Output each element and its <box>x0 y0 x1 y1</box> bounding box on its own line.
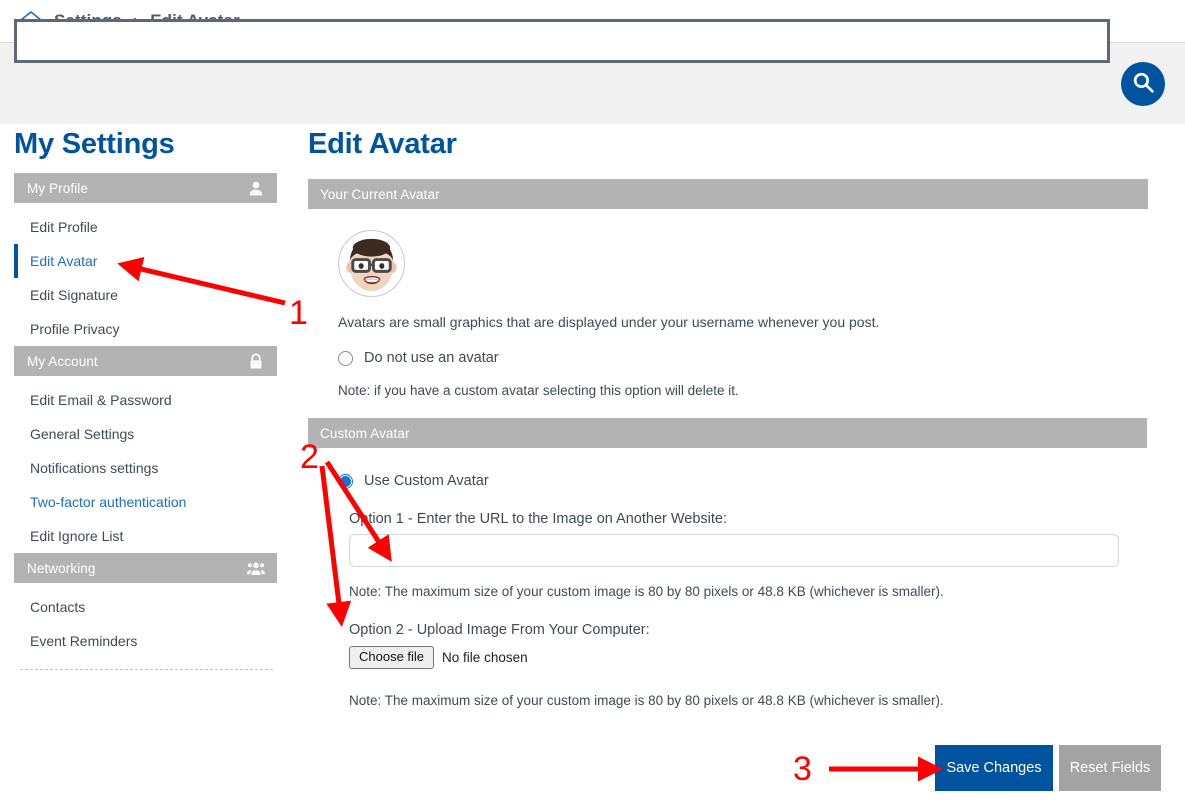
annotation-arrows <box>117 256 944 782</box>
page-root: Settings › Edit Avatar My Settings My Pr… <box>0 0 1185 800</box>
